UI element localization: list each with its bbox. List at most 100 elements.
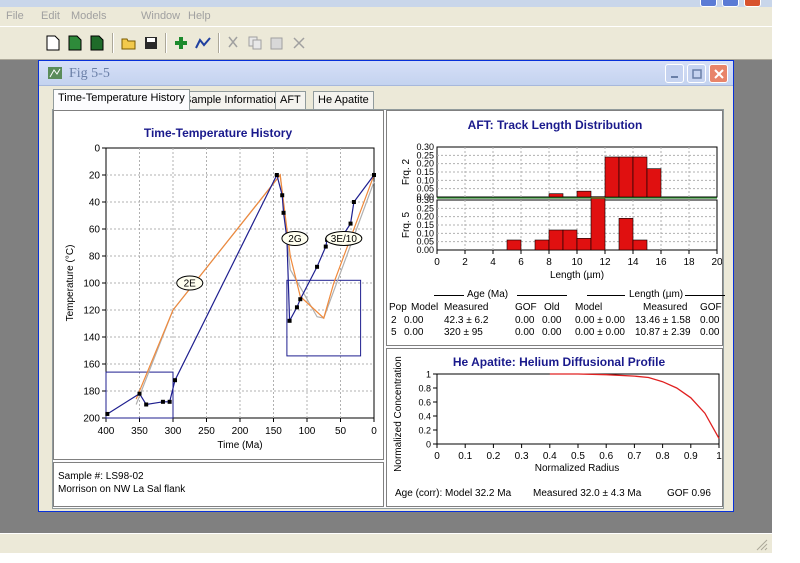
cell: 0.00 (515, 327, 535, 338)
y-tick-label: 0.6 (418, 398, 431, 408)
he-chart: He Apatite: Helium Diffusional Profile0 0… (393, 355, 722, 474)
cell: 0.00 (542, 327, 562, 338)
histogram-bar (576, 190, 592, 198)
length-group-header: Length (µm) (629, 289, 684, 300)
child-minimize-button[interactable] (665, 64, 684, 83)
resize-grip-icon[interactable] (756, 539, 768, 551)
cell: 2 (391, 315, 397, 326)
copy-icon (248, 36, 262, 50)
menu-bar: File Edit Models Window Help (0, 7, 772, 26)
y-tick-label: 180 (83, 387, 100, 398)
x-tick-label: 16 (655, 257, 667, 268)
delete-button[interactable] (290, 33, 308, 53)
x-tick-label: 2 (462, 257, 468, 268)
menu-help[interactable]: Help (188, 10, 211, 22)
tab-he-apatite[interactable]: He Apatite (313, 91, 374, 109)
tab-time-temperature-history[interactable]: Time-Temperature History (53, 89, 190, 110)
divider (685, 295, 725, 296)
aft-pane-label: Frq. 5 (401, 212, 412, 239)
delete-x-icon (293, 37, 305, 49)
x-tick-label: 300 (165, 426, 182, 437)
age-group-header: Age (Ma) (467, 289, 509, 300)
data-point (287, 318, 292, 323)
x-axis-label: Length (µm) (550, 270, 604, 281)
tab-aft[interactable]: AFT (275, 91, 306, 109)
menu-window[interactable]: Window (141, 10, 180, 22)
tth-chart: Time-Temperature History400 350 300 250 200 1… (65, 126, 377, 451)
save-disk-icon (145, 37, 157, 49)
y-tick-label: 0.4 (418, 412, 431, 422)
col-pop: Pop (389, 302, 407, 313)
minimize-icon (670, 75, 678, 78)
col-length-model: Model (575, 302, 603, 313)
series-label: 2E (184, 279, 197, 290)
menu-file[interactable]: File (6, 10, 24, 22)
histogram-bar (548, 193, 564, 198)
he-plot-area (436, 373, 720, 445)
histogram-bar (646, 168, 662, 198)
y-tick-label: 0.8 (418, 384, 431, 394)
divider (434, 295, 464, 296)
data-point (105, 411, 110, 416)
cell: 13.46 ± 1.58 (635, 315, 691, 326)
child-maximize-button[interactable] (687, 64, 706, 83)
x-tick-label: 0 (371, 426, 377, 437)
aft-pane-label: Frq. 2 (401, 159, 412, 186)
data-point (144, 402, 149, 407)
y-tick-label: 160 (83, 360, 100, 371)
cell: 0.00 (542, 315, 562, 326)
x-tick-label: 18 (683, 257, 695, 268)
menu-edit[interactable]: Edit (41, 10, 60, 22)
sample-info-panel: Sample #: LS98-02 Morrison on NW La Sal … (53, 462, 384, 507)
copy-button[interactable] (246, 33, 264, 53)
tab-sample-information[interactable]: Sample Information (179, 91, 285, 109)
cell: 0.00 ± 0.00 (575, 315, 625, 326)
he-gof: GOF 0.96 (667, 488, 711, 499)
y-tick-label: 0.2 (418, 426, 431, 436)
tth-panel: Time-Temperature History 400 350 300 250 200 1… (53, 110, 384, 460)
histogram-bar (618, 218, 634, 251)
col-length-gof: GOF (700, 302, 722, 313)
y-tick-label: 0.00 (416, 245, 434, 255)
child-close-button[interactable] (709, 64, 728, 83)
add-button[interactable] (172, 33, 190, 53)
y-tick-label: 40 (89, 198, 101, 209)
cell: 42.3 ± 6.2 (444, 315, 489, 326)
aft-table-header: Pop Model Measured GOF Old Model Measure… (389, 302, 722, 314)
x-tick-label: 0 (434, 257, 440, 268)
new-dark-doc-button[interactable] (88, 33, 106, 53)
divider (517, 295, 567, 296)
he-age-measured: Measured 32.0 ± 4.3 Ma (533, 488, 642, 499)
menu-models[interactable]: Models (71, 10, 106, 22)
y-tick-label: 120 (83, 306, 100, 317)
paste-button[interactable] (268, 33, 286, 53)
x-tick-label: 0.6 (599, 451, 613, 462)
minimize-button[interactable] (700, 0, 717, 7)
x-tick-label: 50 (335, 426, 347, 437)
new-doc-button[interactable] (44, 33, 62, 53)
histogram-bar (618, 156, 634, 198)
cut-button[interactable] (224, 33, 242, 53)
scissors-icon (228, 36, 238, 48)
data-point (323, 244, 328, 249)
data-point (298, 297, 303, 302)
new-doc-icon (46, 35, 60, 51)
cell: 5 (391, 327, 397, 338)
x-tick-label: 6 (518, 257, 524, 268)
close-button[interactable] (744, 0, 761, 7)
open-button[interactable] (120, 33, 138, 53)
x-tick-label: 200 (232, 426, 249, 437)
new-green-doc-button[interactable] (66, 33, 84, 53)
toolbar-separator (112, 33, 114, 53)
histogram-bar (506, 239, 522, 251)
aft-table-group-row: Age (Ma) Length (µm) (429, 289, 725, 301)
y-axis-label: Temperature (°C) (65, 245, 76, 322)
x-tick-label: 0.1 (458, 451, 472, 462)
save-button[interactable] (142, 33, 160, 53)
x-tick-label: 0.7 (627, 451, 641, 462)
child-title-bar[interactable]: Fig 5-5 (39, 61, 733, 86)
maximize-button[interactable] (722, 0, 739, 7)
toolbar-separator (165, 33, 167, 53)
col-old: Old (544, 302, 560, 313)
model-button[interactable] (194, 33, 212, 53)
